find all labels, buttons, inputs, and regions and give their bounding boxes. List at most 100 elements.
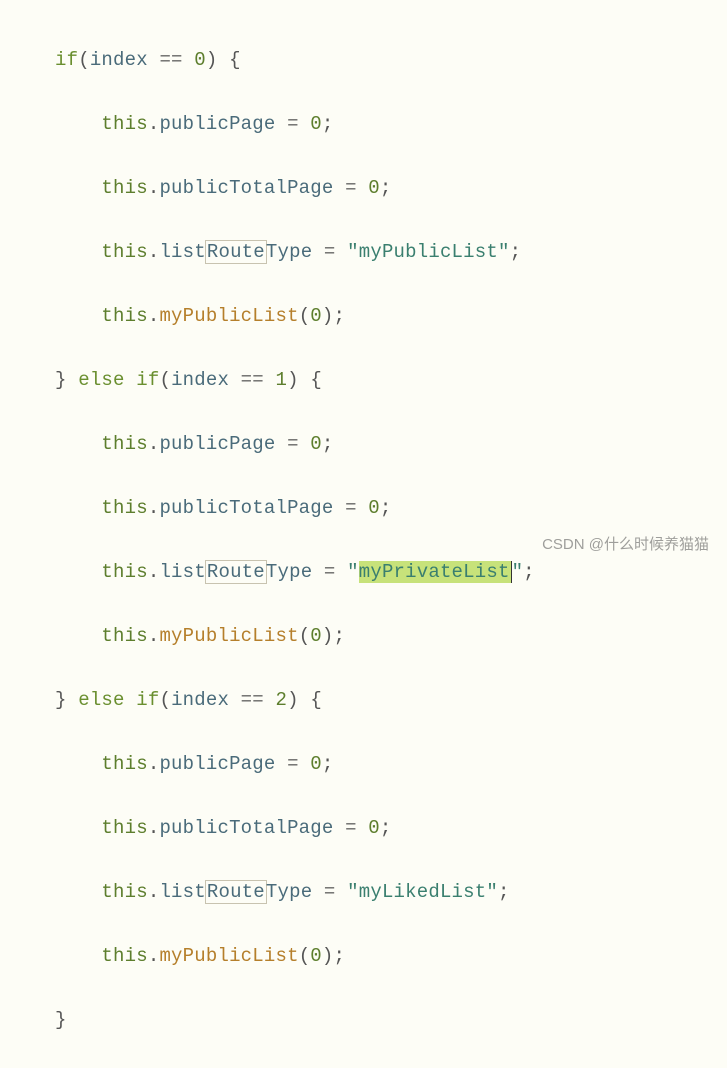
property: publicTotalPage bbox=[159, 177, 333, 199]
dot: . bbox=[148, 305, 160, 327]
number-literal: 0 bbox=[310, 753, 322, 775]
property: publicPage bbox=[159, 113, 275, 135]
number-literal: 0 bbox=[310, 433, 322, 455]
keyword-this: this bbox=[101, 625, 147, 647]
keyword-this: this bbox=[101, 241, 147, 263]
property-boxed: Route bbox=[205, 880, 267, 904]
dot: . bbox=[148, 561, 160, 583]
dot: . bbox=[148, 433, 160, 455]
property: publicPage bbox=[159, 433, 275, 455]
keyword-else: else bbox=[67, 369, 137, 391]
number-literal: 0 bbox=[368, 177, 380, 199]
quote-close: " bbox=[486, 881, 498, 903]
property-boxed: Route bbox=[205, 240, 267, 264]
identifier: index bbox=[90, 49, 148, 71]
dot: . bbox=[148, 177, 160, 199]
dot: . bbox=[148, 113, 160, 135]
property: publicTotalPage bbox=[159, 497, 333, 519]
code-line: this.listRouteType = "myLikedList"; bbox=[55, 876, 727, 908]
paren-open: ( bbox=[299, 625, 311, 647]
quote-open: " bbox=[347, 241, 359, 263]
keyword-this: this bbox=[101, 433, 147, 455]
paren-close: ) bbox=[322, 945, 334, 967]
operator-assign: = bbox=[333, 177, 368, 199]
paren-open: ( bbox=[78, 49, 90, 71]
operator-eq: == bbox=[229, 369, 275, 391]
code-line: this.publicPage = 0; bbox=[55, 108, 727, 140]
keyword-if: if bbox=[55, 49, 78, 71]
code-line: this.publicTotalPage = 0; bbox=[55, 812, 727, 844]
string-literal: myLikedList bbox=[359, 881, 487, 903]
semicolon: ; bbox=[380, 497, 392, 519]
property: publicTotalPage bbox=[159, 817, 333, 839]
keyword-this: this bbox=[101, 561, 147, 583]
paren-close: ) bbox=[322, 625, 334, 647]
number-literal: 0 bbox=[194, 49, 206, 71]
number-literal: 0 bbox=[310, 945, 322, 967]
operator-assign: = bbox=[312, 881, 347, 903]
semicolon: ; bbox=[322, 433, 334, 455]
operator-assign: = bbox=[275, 753, 310, 775]
operator-assign: = bbox=[312, 241, 347, 263]
operator-assign: = bbox=[275, 433, 310, 455]
keyword-this: this bbox=[101, 881, 147, 903]
semicolon: ; bbox=[380, 177, 392, 199]
dot: . bbox=[148, 881, 160, 903]
dot: . bbox=[148, 817, 160, 839]
code-line: this.publicPage = 0; bbox=[55, 428, 727, 460]
paren-close: ) bbox=[322, 305, 334, 327]
paren-close-brace: ) { bbox=[287, 369, 322, 391]
semicolon: ; bbox=[334, 945, 346, 967]
number-literal: 1 bbox=[276, 369, 288, 391]
number-literal: 0 bbox=[310, 625, 322, 647]
property-part: Type bbox=[266, 241, 312, 263]
identifier: index bbox=[171, 689, 229, 711]
paren-open: ( bbox=[299, 945, 311, 967]
operator-eq: == bbox=[229, 689, 275, 711]
dot: . bbox=[148, 497, 160, 519]
quote-close: " bbox=[498, 241, 510, 263]
code-line: this.publicTotalPage = 0; bbox=[55, 172, 727, 204]
operator-eq: == bbox=[148, 49, 194, 71]
semicolon: ; bbox=[322, 753, 334, 775]
paren-close-brace: ) { bbox=[287, 689, 322, 711]
semicolon: ; bbox=[380, 817, 392, 839]
code-line: this.myPublicList(0); bbox=[55, 620, 727, 652]
keyword-if: if bbox=[136, 369, 159, 391]
paren-open: ( bbox=[159, 689, 171, 711]
method-call: myPublicList bbox=[159, 945, 298, 967]
number-literal: 0 bbox=[368, 817, 380, 839]
semicolon: ; bbox=[322, 113, 334, 135]
keyword-this: this bbox=[101, 817, 147, 839]
code-line: this.listRouteType = "myPrivateList"; bbox=[55, 556, 727, 588]
code-line: this.listRouteType = "myPublicList"; bbox=[55, 236, 727, 268]
number-literal: 0 bbox=[368, 497, 380, 519]
number-literal: 0 bbox=[310, 305, 322, 327]
property-part: list bbox=[159, 881, 205, 903]
dot: . bbox=[148, 241, 160, 263]
dot: . bbox=[148, 945, 160, 967]
string-literal: myPublicList bbox=[359, 241, 498, 263]
method-call: myPublicList bbox=[159, 625, 298, 647]
keyword-this: this bbox=[101, 497, 147, 519]
code-line: this.myPublicList(0); bbox=[55, 300, 727, 332]
semicolon: ; bbox=[334, 305, 346, 327]
property-part: Type bbox=[266, 881, 312, 903]
operator-assign: = bbox=[312, 561, 347, 583]
keyword-this: this bbox=[101, 177, 147, 199]
brace-close: } bbox=[55, 1009, 67, 1031]
property: publicPage bbox=[159, 753, 275, 775]
keyword-this: this bbox=[101, 753, 147, 775]
number-literal: 0 bbox=[310, 113, 322, 135]
keyword-else: else bbox=[67, 689, 137, 711]
brace-close: } bbox=[55, 689, 67, 711]
watermark: CSDN @什么时候养猫猫 bbox=[542, 533, 709, 554]
number-literal: 2 bbox=[276, 689, 288, 711]
identifier: index bbox=[171, 369, 229, 391]
code-line: this.publicTotalPage = 0; bbox=[55, 492, 727, 524]
paren-open: ( bbox=[159, 369, 171, 391]
property-part: list bbox=[159, 561, 205, 583]
semicolon: ; bbox=[510, 241, 522, 263]
code-line: this.publicPage = 0; bbox=[55, 748, 727, 780]
property-part: Type bbox=[266, 561, 312, 583]
